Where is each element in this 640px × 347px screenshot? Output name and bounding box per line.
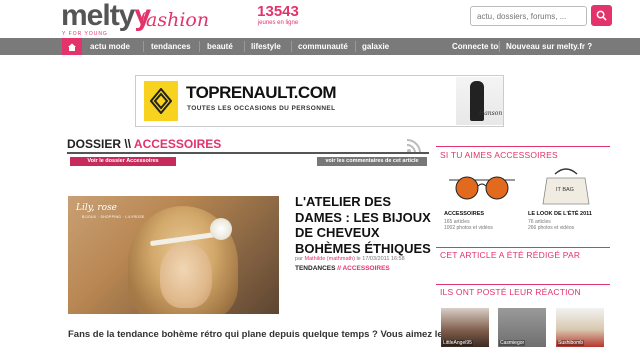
reactor-avatar[interactable]: Sushibomb <box>556 308 604 347</box>
view-dossier-button[interactable]: Voir le dossier Accessoires <box>70 157 176 166</box>
article-meta: par Mathilde (mathmath) le 17/03/2011 16… <box>295 256 405 262</box>
dossier-divider <box>67 152 429 154</box>
online-count: 13543 <box>257 3 299 20</box>
card-name: LE LOOK DE L'ÉTÉ 2011 <box>528 211 592 217</box>
article-title[interactable]: L'ATELIER DES DAMES : LES BIJOUX DE CHEV… <box>295 194 433 256</box>
search-icon <box>596 10 607 21</box>
bag-icon <box>542 168 590 205</box>
image-face <box>160 244 212 308</box>
nav-signup-link[interactable]: Nouveau sur melty.fr ? Inscription <box>500 38 640 68</box>
sidebar-divider <box>436 284 610 285</box>
tag-accessoires[interactable]: ACCESSOIRES <box>342 265 389 272</box>
sunglasses-thumbnail <box>441 166 523 206</box>
ad-banner[interactable]: TOPRENAULT.COM TOUTES LES OCCASIONS DU P… <box>135 75 504 127</box>
logo-fashion: fashion <box>139 9 210 31</box>
sidebar-title-author: CET ARTICLE A ÉTÉ RÉDIGÉ PAR <box>440 250 581 260</box>
card-media: 266 photos et vidéos <box>528 225 575 231</box>
renault-logo <box>144 81 178 121</box>
nav-separator <box>143 41 144 52</box>
bag-label: IT BAG <box>556 187 574 193</box>
article-intro: Fans de la tendance bohème rétro qui pla… <box>68 329 448 340</box>
sunglasses-icon <box>449 176 515 200</box>
reactor-name: LittleAngel95 <box>442 340 473 346</box>
article-author[interactable]: Mathilde (mathmath) <box>304 256 354 262</box>
bag-thumbnail: IT BAG <box>525 166 607 206</box>
sidebar-title-reactions: ILS ONT POSTÉ LEUR RÉACTION <box>440 287 581 297</box>
reactor-name: Casmiegor <box>499 340 526 346</box>
home-icon <box>68 43 76 51</box>
reactor-avatar[interactable]: LittleAngel95 <box>441 308 489 347</box>
image-caption: Lily, rose <box>76 203 118 213</box>
dossier-title: DOSSIER \\ ACCESSOIRES <box>67 137 222 151</box>
logo-melty: meltyy <box>61 0 151 32</box>
main-nav: actu mode tendances beauté lifestyle com… <box>0 38 640 68</box>
article-image[interactable]: Lily, rose BIJOUX · SHOPPING · LILYROSE <box>68 196 279 314</box>
nav-item-galaxie[interactable]: galaxie <box>356 38 395 55</box>
ad-brand: TOPRENAULT.COM <box>186 83 337 102</box>
ad-signature: Hanson <box>479 110 503 117</box>
card-media: 1002 photos et vidéos <box>444 225 493 231</box>
image-caption-sub: BIJOUX · SHOPPING · LILYROSE <box>82 215 145 219</box>
site-logo[interactable]: meltyy fashion Y FOR YOUNG <box>61 0 209 37</box>
renault-diamond-icon <box>150 88 172 114</box>
nav-item-beaute[interactable]: beauté <box>201 38 239 55</box>
nav-item-actu-mode[interactable]: actu mode <box>84 38 136 55</box>
reactor-avatar[interactable]: Casmiegor <box>498 308 546 347</box>
online-label: jeunes en ligne <box>257 20 299 26</box>
site-header: meltyy fashion Y FOR YOUNG 13543 jeunes … <box>0 0 640 38</box>
tag-tendances[interactable]: TENDANCES <box>295 265 335 272</box>
nav-item-tendances[interactable]: tendances <box>145 38 197 55</box>
nav-item-communaute[interactable]: communauté <box>292 38 354 55</box>
nav-home[interactable] <box>62 38 82 55</box>
sidebar-title-related: SI TU AIMES ACCESSOIRES <box>440 150 558 160</box>
card-name: ACCESSOIRES <box>444 211 485 217</box>
nav-login-link[interactable]: Connecte toi <box>446 38 506 55</box>
search-input[interactable] <box>470 6 587 26</box>
reactor-name: Sushibomb <box>557 340 585 346</box>
search-button[interactable] <box>591 5 612 26</box>
nav-separator <box>199 41 200 52</box>
sidebar-divider <box>436 247 610 248</box>
ad-subtitle: TOUTES LES OCCASIONS DU PERSONNEL <box>187 105 336 112</box>
sidebar-divider <box>436 146 610 147</box>
nav-item-lifestyle[interactable]: lifestyle <box>245 38 287 55</box>
ad-photo: Hanson <box>456 77 503 125</box>
logo-tagline: Y FOR YOUNG <box>62 31 108 37</box>
view-comments-button[interactable]: voir les commentaires de cet article <box>317 157 427 166</box>
image-flower <box>210 218 232 240</box>
online-counter: 13543 jeunes en ligne <box>253 3 303 26</box>
article-tags: TENDANCES // ACCESSOIRES <box>295 265 390 272</box>
